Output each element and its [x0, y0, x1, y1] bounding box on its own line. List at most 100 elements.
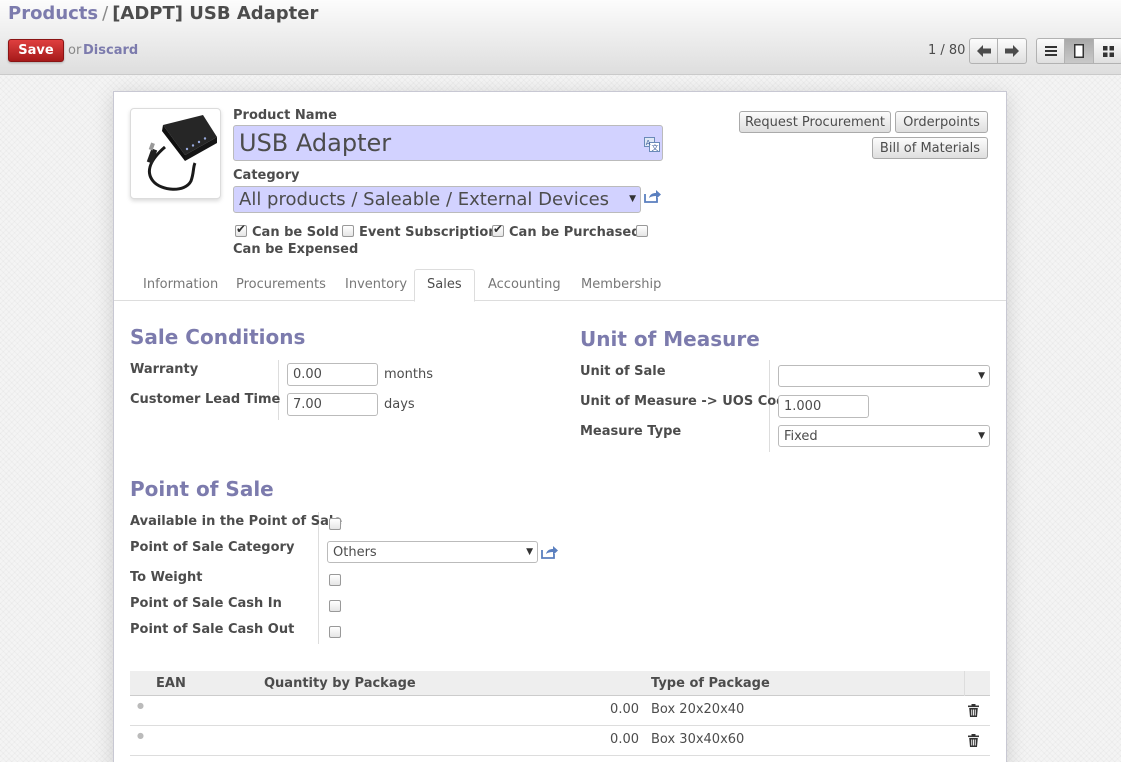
- pager-buttons: [969, 38, 1027, 64]
- pager-value: 1 / 80: [928, 43, 966, 58]
- unit-of-sale-select[interactable]: ▼: [778, 365, 990, 387]
- row-quantity: 0.00: [610, 702, 639, 717]
- pos-category-external-link[interactable]: [541, 545, 559, 563]
- customer-lead-time-input[interactable]: 7.00: [287, 393, 378, 416]
- form-sheet: Product Name USB Adapter A 文 Category Al…: [113, 91, 1007, 762]
- kanban-view-icon: [1102, 45, 1114, 57]
- breadcrumb-separator: /: [102, 3, 109, 24]
- warranty-unit: months: [384, 367, 433, 382]
- trash-icon: [968, 704, 979, 717]
- unit-of-measure-title: Unit of Measure: [580, 327, 760, 351]
- orderpoints-button[interactable]: Orderpoints: [895, 111, 988, 133]
- svg-text:文: 文: [652, 143, 659, 152]
- tab-information[interactable]: Information: [143, 269, 218, 301]
- header-divider: [964, 671, 965, 696]
- arrow-left-icon: [976, 45, 991, 57]
- trash-icon: [968, 734, 979, 747]
- point-of-sale-title: Point of Sale: [130, 477, 274, 501]
- can-be-sold-label: Can be Sold: [252, 225, 339, 240]
- can-be-expensed-checkbox[interactable]: [636, 225, 648, 237]
- customer-lead-time-label: Customer Lead Time: [130, 392, 281, 407]
- pos-category-label: Point of Sale Category: [130, 540, 295, 555]
- external-link-icon: [644, 190, 661, 203]
- tab-procurements[interactable]: Procurements: [236, 269, 326, 301]
- tab-accounting[interactable]: Accounting: [488, 269, 561, 301]
- row-package-type: Box 30x40x60: [651, 732, 745, 747]
- arrow-right-icon: [1005, 45, 1019, 57]
- measure-type-value: Fixed: [784, 429, 818, 444]
- can-be-purchased-checkbox[interactable]: [492, 222, 504, 237]
- available-in-pos-checkbox[interactable]: [329, 518, 341, 530]
- customer-lead-time-unit: days: [384, 397, 415, 412]
- can-be-expensed-label: Can be Expensed: [233, 242, 359, 257]
- event-subscription-checkbox[interactable]: [342, 225, 354, 237]
- breadcrumb-current: [ADPT] USB Adapter: [112, 3, 319, 24]
- pos-category-select[interactable]: Others ▼: [327, 541, 538, 563]
- can-be-sold-checkbox[interactable]: [235, 222, 247, 237]
- column-quantity-by-package[interactable]: Quantity by Package: [264, 676, 416, 691]
- pos-cash-in-label: Point of Sale Cash In: [130, 596, 282, 611]
- measure-type-select[interactable]: Fixed ▼: [778, 425, 990, 447]
- uos-coeff-input[interactable]: 1.000: [778, 395, 869, 418]
- point-of-sale-divider: [318, 512, 319, 644]
- column-type-of-package[interactable]: Type of Package: [651, 676, 770, 691]
- notebook-tabs: Information Procurements Inventory Sales…: [114, 269, 1006, 302]
- product-name-input[interactable]: USB Adapter A 文: [233, 125, 663, 161]
- form-view-button[interactable]: [1065, 38, 1094, 64]
- bill-of-materials-button[interactable]: Bill of Materials: [872, 137, 988, 159]
- can-be-purchased-label: Can be Purchased: [509, 225, 641, 240]
- tab-membership[interactable]: Membership: [581, 269, 661, 301]
- sale-conditions-divider: [278, 360, 279, 420]
- breadcrumb-products-link[interactable]: Products: [8, 3, 98, 24]
- warranty-input[interactable]: 0.00: [287, 363, 378, 386]
- category-select[interactable]: All products / Saleable / External Devic…: [233, 186, 641, 213]
- sale-conditions-title: Sale Conditions: [130, 325, 306, 349]
- category-label: Category: [233, 168, 300, 183]
- chevron-down-icon: ▼: [978, 431, 985, 441]
- save-button[interactable]: Save: [8, 39, 64, 62]
- table-row[interactable]: ● 0.00 Box 20x20x40: [130, 696, 990, 726]
- or-text: or: [68, 43, 82, 58]
- packaging-table-header: EAN Quantity by Package Type of Package: [130, 671, 990, 696]
- chevron-down-icon: ▼: [629, 194, 636, 204]
- available-in-pos-label: Available in the Point of Sale: [130, 514, 343, 529]
- table-row[interactable]: ● 0.00 Box 30x40x60: [130, 726, 990, 756]
- to-weight-checkbox[interactable]: [329, 574, 341, 586]
- pos-cash-in-checkbox[interactable]: [329, 600, 341, 612]
- warranty-label: Warranty: [130, 362, 199, 377]
- translate-button[interactable]: A 文: [644, 130, 660, 158]
- list-view-button[interactable]: [1036, 38, 1065, 64]
- tab-inventory[interactable]: Inventory: [345, 269, 407, 301]
- chevron-down-icon: ▼: [526, 547, 533, 557]
- unit-of-sale-label: Unit of Sale: [580, 364, 666, 379]
- product-name-value: USB Adapter: [239, 129, 392, 157]
- category-external-link[interactable]: [644, 189, 662, 207]
- view-switcher: [1036, 38, 1121, 64]
- translate-icon: A 文: [644, 137, 660, 152]
- delete-row-button[interactable]: [968, 734, 979, 751]
- usb-adapter-image: [146, 115, 217, 191]
- category-value: All products / Saleable / External Devic…: [239, 189, 610, 210]
- pager-next-button[interactable]: [998, 38, 1027, 64]
- pos-cash-out-checkbox[interactable]: [329, 626, 341, 638]
- row-quantity: 0.00: [610, 732, 639, 747]
- row-package-type: Box 20x20x40: [651, 702, 745, 717]
- measure-type-label: Measure Type: [580, 424, 682, 439]
- form-view-icon: [1074, 44, 1084, 58]
- chevron-down-icon: ▼: [978, 371, 985, 381]
- external-link-icon: [541, 546, 558, 559]
- pos-category-value: Others: [333, 545, 377, 560]
- control-panel: Products / [ADPT] USB Adapter Save or Disc…: [0, 0, 1121, 75]
- discard-link[interactable]: Discard: [83, 43, 138, 58]
- delete-row-button[interactable]: [968, 704, 979, 721]
- product-image[interactable]: [130, 108, 221, 199]
- pager-previous-button[interactable]: [969, 38, 998, 64]
- svg-text:A: A: [646, 139, 651, 147]
- list-view-icon: [1044, 46, 1057, 56]
- pos-cash-out-label: Point of Sale Cash Out: [130, 622, 295, 637]
- request-procurement-button[interactable]: Request Procurement: [739, 111, 891, 133]
- tab-sales[interactable]: Sales: [414, 269, 475, 302]
- column-ean[interactable]: EAN: [156, 676, 186, 691]
- kanban-view-button[interactable]: [1094, 38, 1121, 64]
- breadcrumb: Products / [ADPT] USB Adapter: [8, 3, 318, 24]
